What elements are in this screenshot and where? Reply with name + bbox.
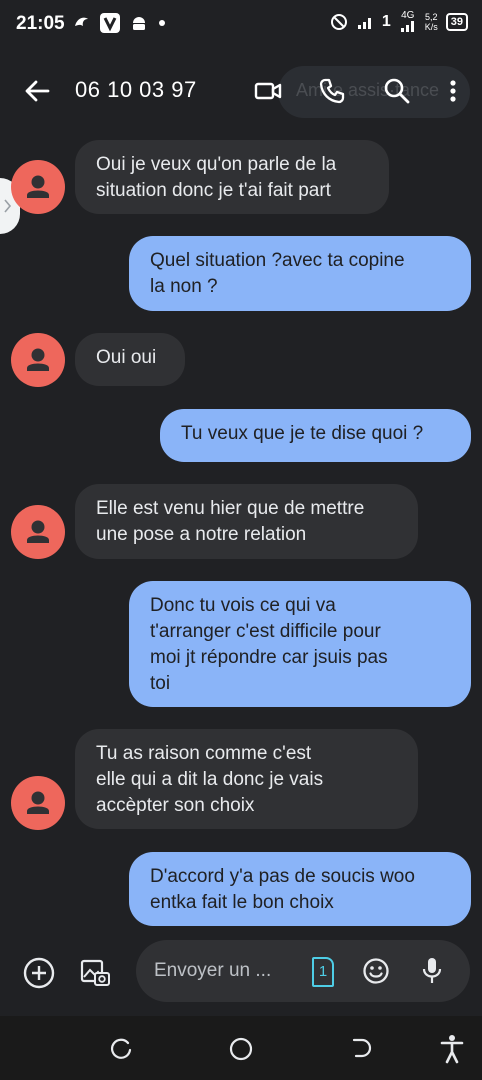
- compose-field[interactable]: Envoyer un ... 1: [136, 940, 470, 1002]
- compose-placeholder: Envoyer un ...: [154, 960, 272, 981]
- person-icon: [27, 175, 49, 198]
- more-vert-icon[interactable]: [438, 76, 468, 106]
- contact-avatar[interactable]: [11, 160, 65, 214]
- message-bubble-outgoing[interactable]: Donc tu vois ce qui va t'arranger c'est …: [129, 581, 471, 707]
- search-icon[interactable]: [382, 76, 412, 106]
- back-arrow-icon[interactable]: [22, 76, 52, 106]
- bird-notification-icon: [75, 17, 88, 26]
- message-bubble-outgoing[interactable]: Quel situation ?avec ta copine la non ?: [129, 236, 471, 311]
- speed-value: 5,2: [424, 11, 438, 22]
- signal-1-icon: [357, 17, 371, 29]
- contact-avatar[interactable]: [11, 776, 65, 830]
- network-type: 4G: [401, 10, 415, 21]
- android-icon: [133, 17, 145, 30]
- conversation-title: 06 10 03 97: [75, 77, 197, 102]
- system-nav-bar: [0, 1016, 482, 1080]
- message-bubble-incoming[interactable]: Elle est venu hier que de mettre une pos…: [75, 484, 418, 559]
- data-speed: 5,2 K/s: [425, 12, 438, 32]
- app-bar: 06 10 03 97: [0, 60, 482, 122]
- person-icon: [27, 791, 49, 814]
- accessibility-icon[interactable]: [438, 1034, 466, 1064]
- person-icon: [27, 520, 49, 543]
- back-nav-icon[interactable]: [348, 1036, 374, 1062]
- dot-icon: [159, 20, 165, 26]
- message-bubble-outgoing[interactable]: Tu veux que je te dise quoi ?: [160, 409, 471, 462]
- network-indicator: 4G: [399, 11, 417, 32]
- mic-icon[interactable]: [418, 956, 446, 986]
- message-bubble-outgoing[interactable]: D'accord y'a pas de soucis woo entka fai…: [129, 852, 471, 926]
- sim-card-icon[interactable]: 1: [312, 957, 334, 987]
- emoji-icon[interactable]: [362, 957, 390, 985]
- v-app-icon: [100, 13, 120, 33]
- gallery-icon[interactable]: [78, 955, 112, 989]
- message-bubble-incoming[interactable]: Oui je veux qu'on parle de la situation …: [75, 140, 389, 214]
- video-call-icon[interactable]: [253, 76, 283, 106]
- phone-icon[interactable]: [317, 76, 347, 106]
- signal-2-icon: [400, 21, 414, 32]
- battery-icon: 39: [445, 12, 468, 31]
- status-time: 21:05: [16, 13, 65, 34]
- home-icon[interactable]: [228, 1036, 254, 1062]
- battery-level: 39: [450, 15, 463, 28]
- message-bubble-incoming[interactable]: Oui oui: [75, 333, 185, 386]
- status-right-icons: 1 4G 5,2 K/s 39: [330, 11, 468, 32]
- notification-icons: [72, 13, 166, 33]
- add-circle-icon[interactable]: [22, 956, 56, 990]
- recents-icon[interactable]: [108, 1036, 134, 1062]
- sim-number: 1: [318, 963, 328, 980]
- contact-avatar[interactable]: [11, 333, 65, 387]
- message-bubble-incoming[interactable]: Tu as raison comme c'est elle qui a dit …: [75, 729, 418, 829]
- speed-unit: K/s: [424, 21, 438, 32]
- status-bar: 21:05 1 4G 5,2 K/s 39: [0, 0, 482, 48]
- dnd-icon: [330, 13, 347, 30]
- sim-indicator: 1: [381, 12, 391, 30]
- contact-avatar[interactable]: [11, 505, 65, 559]
- person-icon: [27, 348, 49, 371]
